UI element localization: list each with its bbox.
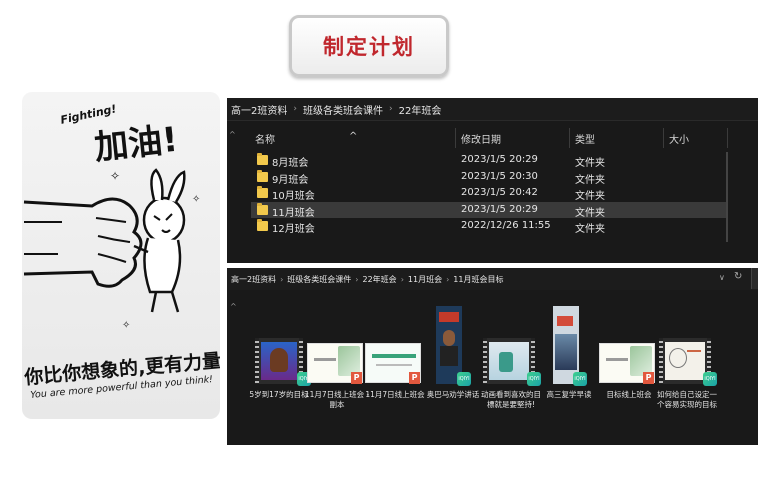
item-modified: 2022/12/26 11:55 [461,220,551,231]
svg-text:✧: ✧ [110,169,120,183]
breadcrumb[interactable]: 高一2班资料 › 班级各类班会课件 › 22年班会 [227,98,758,121]
breadcrumb-item[interactable]: 22年班会 [399,102,442,117]
iqiyi-badge-icon: iQIYI [703,372,717,386]
folder-icon [257,169,268,182]
column-divider[interactable] [727,128,728,148]
file-caption: 奥巴马劝学讲话 [426,390,480,399]
chevron-right-icon: › [388,104,393,114]
column-header-row: ^ 名称 修改日期 类型 大小 [227,128,758,150]
column-type[interactable]: 类型 [575,131,595,146]
powerpoint-icon: P [409,372,420,384]
column-name[interactable]: 名称 [255,131,275,146]
folder-icon [257,202,268,215]
breadcrumb-item[interactable]: 高一2班资料 [231,102,287,117]
list-item[interactable]: 8月班会 2023/1/5 20:29 文件夹 [251,152,727,169]
list-item[interactable]: 12月班会 2022/12/26 11:55 文件夹 [251,218,727,235]
file-caption: 动画看到喜欢的目標就是要堅持! [481,390,541,409]
fist-bump-illustration: ✧ ✧ ✧ [23,168,200,331]
file-caption: 5岁到17岁的目标 [249,390,309,399]
column-divider[interactable] [455,128,456,148]
file-grid: iQIYI 5岁到17岁的目标 P 11月7日线上班会 - 副本 P 11月7日… [227,268,758,445]
item-name: 11月班会 [272,207,315,219]
item-type: 文件夹 [575,224,605,235]
iqiyi-badge-icon: iQIYI [527,372,541,386]
explorer-window-folders: 高一2班资料 › 班级各类班会课件 › 22年班会 ^ ^ 名称 修改日期 类型… [227,98,758,263]
item-modified: 2023/1/5 20:29 [461,154,538,165]
item-type: 文件夹 [575,191,605,202]
file-caption: 如何给自己设定一个容易实现的目标 [657,390,717,409]
iqiyi-badge-icon: iQIYI [573,372,587,386]
file-caption: 11月7日线上班会 - 副本 [304,390,370,409]
poster-jiayou-text: 加油! [92,119,180,169]
chevron-right-icon: › [293,104,297,114]
motivational-poster: Fighting! 加油! ✧ ✧ ✧ 你比你想象的,更有力量! You are… [22,92,220,419]
item-modified: 2023/1/5 20:29 [461,203,538,215]
folder-icon [257,219,268,231]
scrollbar[interactable] [726,152,728,242]
svg-text:✧: ✧ [122,320,130,331]
explorer-window-files: 高一2班资料 › 班级各类班会课件 › 22年班会 › 11月班会 › 11月班… [227,268,758,445]
plan-title-button[interactable]: 制定计划 [289,15,449,77]
breadcrumb-item[interactable]: 班级各类班会课件 [303,102,383,117]
video-thumbnail [255,338,303,384]
powerpoint-icon: P [643,372,654,384]
item-name: 10月班会 [272,191,315,202]
item-modified: 2023/1/5 20:30 [461,170,538,182]
file-caption: 目标线上班会 [606,390,652,399]
item-type: 文件夹 [575,207,605,219]
powerpoint-icon: P [351,372,362,384]
item-modified: 2023/1/5 20:42 [461,187,538,198]
file-list: 8月班会 2023/1/5 20:29 文件夹 9月班会 2023/1/5 20… [251,152,727,235]
item-name: 9月班会 [272,174,309,186]
list-item-selected[interactable]: 11月班会 2023/1/5 20:29 文件夹 [251,201,727,219]
item-name: 12月班会 [272,224,315,235]
folder-icon [257,186,268,198]
file-caption: 高三复学早读 [546,390,592,399]
item-type: 文件夹 [575,158,605,169]
page-title: 制定计划 [323,35,415,59]
list-item[interactable]: 9月班会 2023/1/5 20:30 文件夹 [251,169,727,186]
iqiyi-badge-icon: iQIYI [457,372,471,386]
column-divider[interactable] [569,128,570,148]
item-type: 文件夹 [575,174,605,186]
column-modified[interactable]: 修改日期 [461,131,501,146]
item-name: 8月班会 [272,158,309,169]
svg-text:✧: ✧ [192,194,200,205]
file-caption: 11月7日线上班会 [365,390,425,399]
column-divider[interactable] [663,128,664,148]
list-item[interactable]: 10月班会 2023/1/5 20:42 文件夹 [251,185,727,202]
sort-ascending-icon: ^ [349,131,358,142]
poster-reflection: You are more powerful than you think! 你比… [22,420,220,488]
column-size[interactable]: 大小 [669,131,689,146]
folder-icon [257,153,268,165]
